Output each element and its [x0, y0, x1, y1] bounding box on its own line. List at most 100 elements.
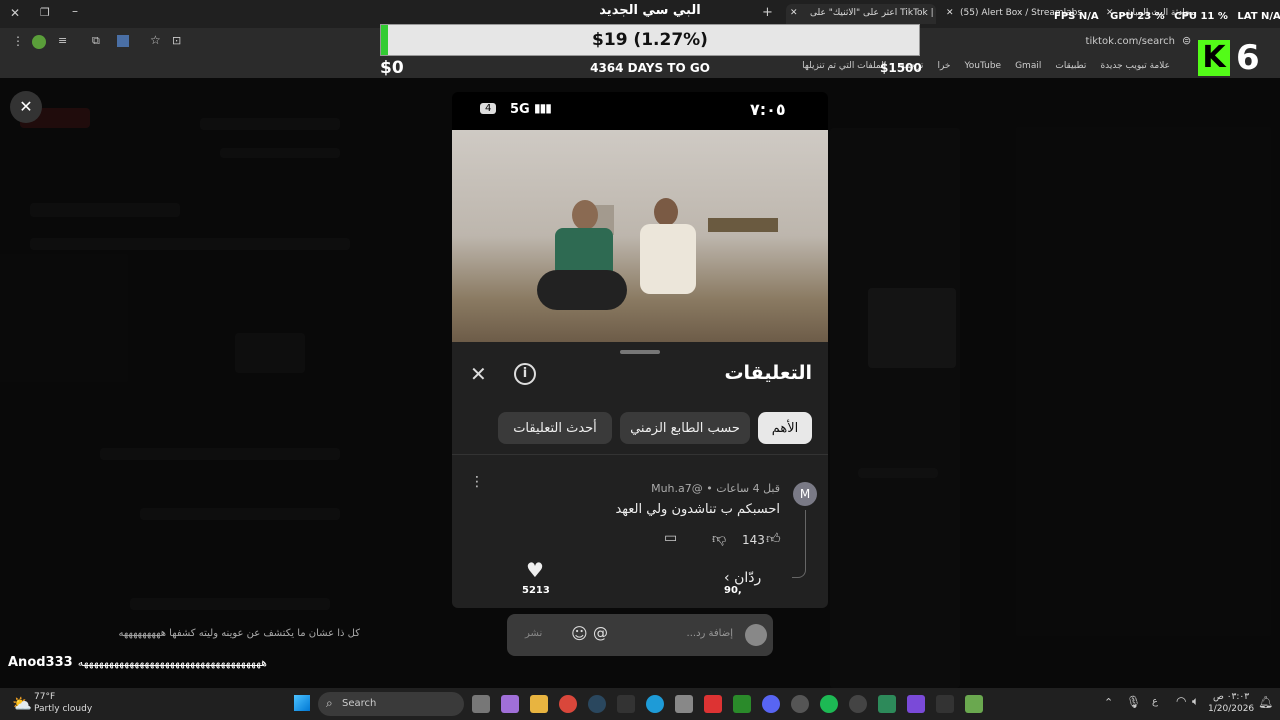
chat-text: ههههههههههههههههههههههههههههههههههههه: [77, 656, 267, 669]
fps-value: N/A: [1078, 11, 1099, 22]
xbox-icon[interactable]: [733, 695, 751, 713]
carrier-badge: 4: [480, 103, 497, 114]
comment-time: قبل 4 ساعات: [716, 482, 780, 495]
epic-games-icon[interactable]: [617, 695, 635, 713]
install-icon[interactable]: ⊡: [172, 34, 181, 47]
like-count: 143: [742, 533, 765, 547]
discord-icon[interactable]: [762, 695, 780, 713]
mic-icon[interactable]: 🎙︎: [1126, 695, 1141, 709]
reply-count-badge: 90,: [724, 585, 742, 596]
minecraft-icon[interactable]: [965, 695, 983, 713]
bookmark-item[interactable]: الملفات التي تم تنزيلها: [802, 61, 886, 71]
phone-time: ٧:٠٥: [750, 100, 786, 119]
volume-icon[interactable]: 🔈︎: [1192, 694, 1199, 709]
task-view-icon[interactable]: [472, 695, 490, 713]
reply-input[interactable]: إضافة رد...: [657, 628, 733, 639]
notification-icon[interactable]: 🔔︎: [1258, 695, 1273, 709]
language-indicator[interactable]: ع: [1152, 696, 1158, 707]
comment-meta: قبل 4 ساعات • @Muh.a7: [651, 482, 780, 495]
bookmark-star-icon[interactable]: ☆: [150, 33, 161, 47]
obs-icon[interactable]: [849, 695, 867, 713]
tab-newest[interactable]: أحدث التعليقات: [498, 412, 612, 444]
extensions-icon[interactable]: ⧉: [92, 34, 100, 48]
tab-tiktok[interactable]: ✕ اعثر على "الاثنيك" على TikTok | يـ: [786, 4, 936, 24]
lat-label: LAT: [1237, 11, 1258, 22]
app-green-icon[interactable]: [878, 695, 896, 713]
profile-icon[interactable]: [32, 35, 46, 49]
weather-icon[interactable]: ⛅: [12, 694, 32, 713]
app-l-icon[interactable]: [704, 695, 722, 713]
close-tab-icon[interactable]: ✕: [790, 8, 798, 18]
bookmark-item[interactable]: YouTube: [964, 61, 1001, 71]
tab-label: اعثر على "الاثنيك" على TikTok | يـ: [810, 8, 936, 18]
emoji-icon[interactable]: ☺: [571, 624, 588, 643]
minimize-window-icon[interactable]: –: [72, 4, 78, 18]
tab-by-timestamp[interactable]: حسب الطابع الزمني: [620, 412, 750, 444]
tab-top[interactable]: الأهم: [758, 412, 812, 444]
file-explorer-icon[interactable]: [530, 695, 548, 713]
tray-chevron-icon[interactable]: ⌃: [1104, 696, 1113, 709]
url-field[interactable]: tiktok.com/search: [1060, 36, 1175, 47]
copilot-icon[interactable]: [501, 695, 519, 713]
drag-handle[interactable]: [620, 350, 660, 354]
app-triangle-icon[interactable]: [907, 695, 925, 713]
bookmark-item[interactable]: Gmail: [1015, 61, 1041, 71]
comment-author[interactable]: @Muh.a7: [651, 482, 703, 495]
info-icon[interactable]: i: [514, 363, 536, 385]
chat-line-above: كل ذا عشان ما يكتشف عن عوينه وليته كشفها…: [118, 628, 360, 639]
close-window-icon[interactable]: ✕: [10, 6, 20, 20]
perf-stats: FPS N/A GPU 23 % CPU 11 % LAT N/A: [1054, 11, 1280, 22]
bookmark-item[interactable]: تطبيقات: [1055, 61, 1086, 71]
clock-time[interactable]: ٠٣:٠٣ ص: [1208, 692, 1254, 702]
post-button[interactable]: نشر: [525, 628, 542, 639]
person-left: [537, 200, 627, 310]
reading-list-icon[interactable]: ≡: [58, 34, 67, 47]
chat-user: Anod333: [8, 655, 73, 670]
clock-date[interactable]: 1/20/2026: [1208, 704, 1254, 714]
user-avatar: [745, 624, 767, 646]
search-label: Search: [342, 698, 377, 709]
video-like-count: 5213: [522, 585, 550, 596]
goal-min: $0: [380, 58, 404, 78]
weather-temp: 77°F: [34, 692, 56, 702]
extension-icon[interactable]: [117, 35, 129, 47]
store-icon[interactable]: [675, 695, 693, 713]
spotify-icon[interactable]: [820, 695, 838, 713]
steam-icon[interactable]: [588, 695, 606, 713]
menu-dots-icon[interactable]: ⋮: [12, 34, 24, 48]
network-label: 5G: [510, 102, 530, 117]
phone-status-bar: 4 5G ▮▮▮ ٧:٠٥: [452, 92, 828, 130]
search-icon: ⌕: [326, 696, 333, 710]
channel-logo: K 6: [1196, 38, 1268, 78]
comment-more-icon[interactable]: ⋮: [470, 474, 484, 490]
video-preview[interactable]: [452, 130, 828, 342]
start-button[interactable]: [294, 695, 310, 711]
comments-sheet: ✕ i التعليقات أحدث التعليقات حسب الطابع …: [452, 342, 828, 608]
close-tab-icon[interactable]: ✕: [946, 8, 954, 18]
divider: [452, 454, 828, 455]
chevron-left-icon: ‹: [724, 570, 730, 586]
new-tab-button[interactable]: +: [762, 5, 773, 20]
comment-avatar[interactable]: M: [793, 482, 817, 506]
like-icon[interactable]: 👍︎: [766, 530, 781, 547]
bookmark-item[interactable]: خرا: [937, 61, 950, 71]
edge-icon[interactable]: [646, 695, 664, 713]
taskbar-search[interactable]: ⌕ Search: [318, 692, 464, 716]
dislike-icon[interactable]: 👎︎: [712, 530, 726, 547]
cpu-value: 11 %: [1200, 11, 1228, 22]
fps-label: FPS: [1054, 11, 1076, 22]
mention-icon[interactable]: @: [593, 624, 608, 642]
wifi-icon[interactable]: ◠: [1176, 694, 1186, 708]
comment-text: احسبكم ب تناشدون ولي العهد: [615, 502, 780, 517]
close-comments-icon[interactable]: ✕: [470, 362, 487, 386]
bookmark-item[interactable]: علامة تبويب جديدة: [1100, 61, 1170, 71]
restore-window-icon[interactable]: ❐: [40, 6, 50, 19]
heart-icon[interactable]: ♥: [526, 558, 544, 582]
site-settings-icon[interactable]: ⊜: [1182, 34, 1191, 47]
controller-icon[interactable]: [791, 695, 809, 713]
replies-toggle[interactable]: ‹ ردّان: [724, 570, 761, 586]
chrome-icon[interactable]: [559, 695, 577, 713]
reply-icon[interactable]: ▭: [664, 530, 677, 546]
terminal-icon[interactable]: [936, 695, 954, 713]
close-modal-button[interactable]: ✕: [10, 91, 42, 123]
